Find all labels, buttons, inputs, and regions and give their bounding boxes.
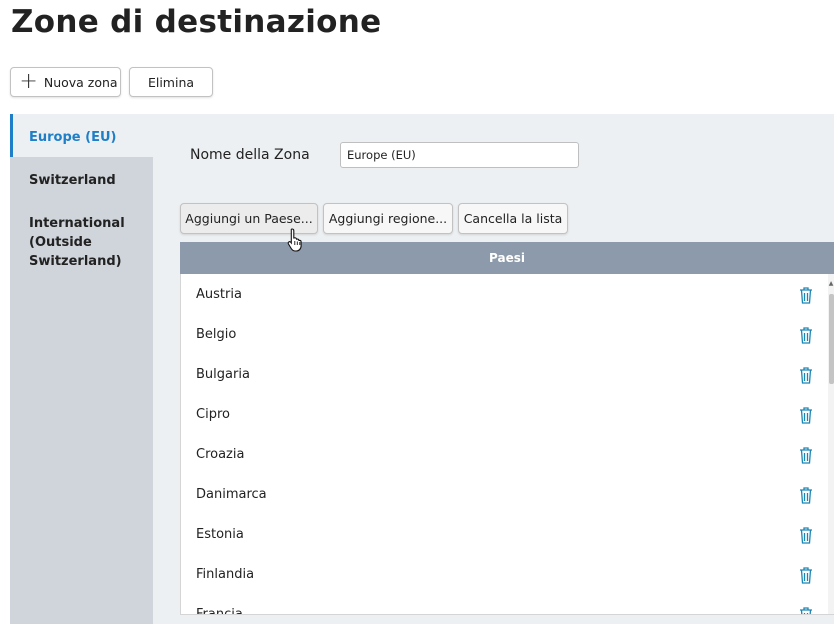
list-item: Bulgaria	[181, 354, 834, 394]
sidebar-item-europe[interactable]: Europe (EU)	[10, 114, 153, 157]
country-name: Danimarca	[196, 487, 267, 502]
country-name: Francia	[196, 607, 243, 615]
countries-column-header: Paesi	[180, 242, 834, 274]
country-name: Cipro	[196, 407, 230, 422]
sidebar-item-switzerland[interactable]: Switzerland	[10, 157, 153, 200]
country-name: Bulgaria	[196, 367, 250, 382]
trash-icon[interactable]	[798, 406, 814, 428]
country-name: Estonia	[196, 527, 244, 542]
zone-sidebar: Europe (EU) Switzerland International (O…	[10, 114, 153, 624]
add-region-button[interactable]: Aggiungi regione...	[323, 203, 453, 234]
new-zone-label: Nuova zona	[43, 74, 118, 90]
list-item: Francia	[181, 594, 834, 615]
list-scrollbar[interactable]: ▲	[828, 274, 834, 614]
trash-icon[interactable]	[798, 366, 814, 388]
zone-name-input[interactable]	[340, 142, 579, 168]
sidebar-item-international[interactable]: International (Outside Switzerland)	[10, 200, 149, 271]
trash-icon[interactable]	[798, 446, 814, 468]
trash-icon[interactable]	[798, 526, 814, 548]
list-item: Belgio	[181, 314, 834, 354]
delete-zone-button[interactable]: Elimina	[129, 67, 213, 97]
zone-name-label: Nome della Zona	[190, 147, 310, 163]
scroll-thumb[interactable]	[829, 294, 834, 384]
list-item: Austria	[181, 274, 834, 314]
hand-pointer-icon	[287, 228, 302, 252]
country-name: Belgio	[196, 327, 237, 342]
page-title: Zone di destinazione	[11, 4, 382, 40]
trash-icon[interactable]	[798, 486, 814, 508]
clear-list-button[interactable]: Cancella la lista	[458, 203, 568, 234]
list-item: Croazia	[181, 434, 834, 474]
trash-icon[interactable]	[798, 606, 814, 614]
list-item: Danimarca	[181, 474, 834, 514]
country-name: Finlandia	[196, 567, 255, 582]
plus-icon: +	[19, 69, 38, 94]
list-item: Estonia	[181, 514, 834, 554]
country-name: Croazia	[196, 447, 245, 462]
country-list[interactable]: Austria Belgio Bulgaria Cipro Croazia Da…	[180, 274, 834, 615]
new-zone-button[interactable]: + Nuova zona	[10, 67, 121, 97]
scroll-up-icon[interactable]: ▲	[828, 280, 834, 287]
list-item: Finlandia	[181, 554, 834, 594]
list-item: Cipro	[181, 394, 834, 434]
trash-icon[interactable]	[798, 566, 814, 588]
trash-icon[interactable]	[798, 326, 814, 348]
zone-detail-panel: Nome della Zona Aggiungi un Paese... Agg…	[153, 114, 834, 624]
trash-icon[interactable]	[798, 286, 814, 308]
country-name: Austria	[196, 287, 242, 302]
